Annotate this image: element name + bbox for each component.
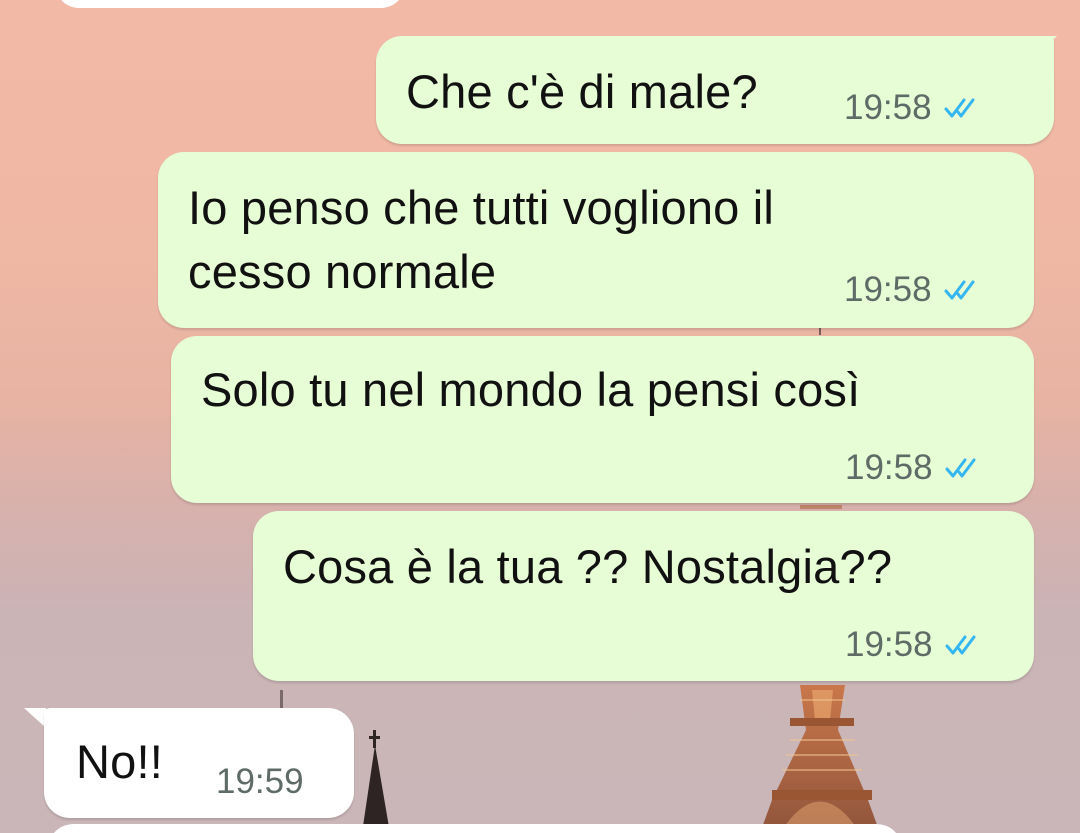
message-text: Che c'è di male?: [406, 65, 758, 118]
read-double-check-icon: [944, 98, 975, 118]
message-text: Cosa è la tua ?? Nostalgia??: [283, 540, 893, 593]
message-time: 19:58: [844, 270, 932, 309]
message-bubble-outgoing[interactable]: Che c'è di male? 19:58: [376, 36, 1054, 144]
read-double-check-icon: [945, 635, 976, 655]
message-bubble-incoming[interactable]: No!! 19:59: [44, 708, 354, 818]
bubble-tail: [24, 708, 46, 728]
previous-message-bubble-edge: [61, 0, 399, 8]
message-bubble-outgoing[interactable]: Io penso che tutti vogliono il cesso nor…: [158, 152, 1034, 328]
message-text: Solo tu nel mondo la pensi così: [201, 363, 861, 416]
message-time: 19:59: [216, 762, 304, 801]
message-text: No!!: [76, 735, 163, 788]
message-meta: 19:58: [844, 88, 982, 128]
church-spire-wallpaper-image: [362, 730, 390, 833]
message-meta: 19:59: [216, 762, 304, 802]
read-double-check-icon: [945, 458, 976, 478]
message-text-line: cesso normale: [188, 245, 497, 298]
message-text-line: Io penso che tutti vogliono il: [188, 181, 775, 234]
message-bubble-outgoing[interactable]: Cosa è la tua ?? Nostalgia?? 19:58: [253, 511, 1034, 681]
message-time: 19:58: [845, 448, 933, 487]
message-meta: 19:58: [845, 448, 983, 488]
message-time: 19:58: [845, 625, 933, 664]
read-double-check-icon: [944, 280, 975, 300]
bubble-tail: [1035, 36, 1057, 56]
message-meta: 19:58: [845, 625, 983, 665]
message-meta: 19:58: [844, 270, 982, 310]
eiffel-tower-wallpaper-image: [760, 685, 880, 833]
message-bubble-outgoing[interactable]: Solo tu nel mondo la pensi così 19:58: [171, 336, 1034, 503]
message-time: 19:58: [844, 88, 932, 127]
